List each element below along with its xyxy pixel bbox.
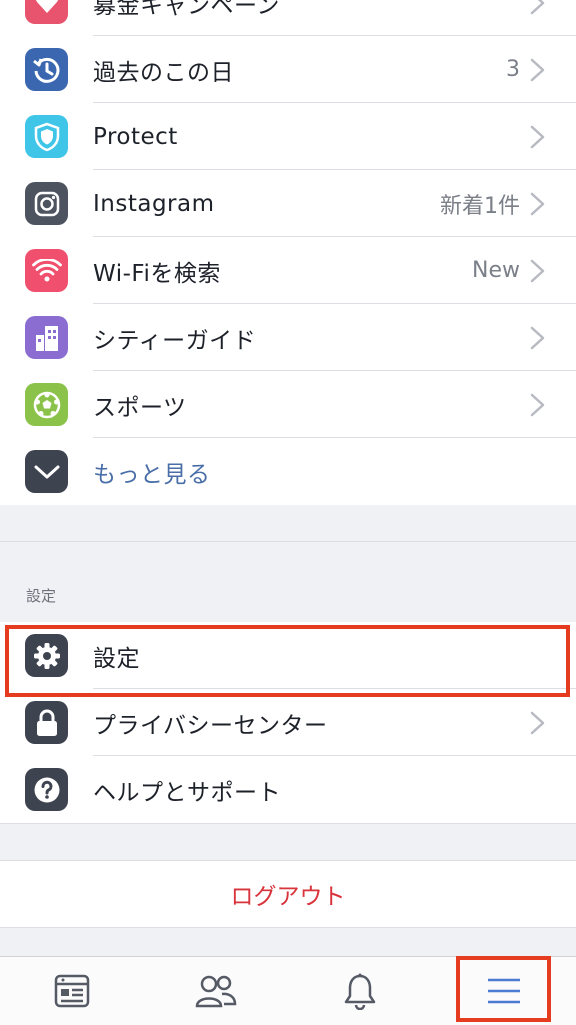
menu-item-help-support[interactable]: ヘルプとサポート <box>0 756 576 823</box>
chevron-right-icon <box>530 192 545 216</box>
tab-news-feed[interactable] <box>0 957 144 1025</box>
menu-item-city-guides[interactable]: シティーガイド <box>0 304 576 371</box>
chevron-right-icon <box>530 0 545 15</box>
menu-item-label: もっと見る <box>93 461 211 488</box>
menu-item-see-more[interactable]: もっと見る <box>0 438 576 505</box>
menu-item-settings[interactable]: 設定 <box>0 622 576 689</box>
chevron-right-icon <box>530 125 545 149</box>
logout-button[interactable]: ログアウト <box>0 860 576 928</box>
settings-section-header: 設定 <box>0 541 576 622</box>
chevron-right-icon <box>530 393 545 417</box>
menu-item-instagram[interactable]: Instagram 新着1件 <box>0 170 576 237</box>
menu-item-sports[interactable]: スポーツ <box>0 371 576 438</box>
menu-item-value: 3 <box>506 57 520 82</box>
hamburger-menu-icon <box>488 978 520 1004</box>
city-icon <box>25 316 68 359</box>
lock-icon <box>25 701 68 744</box>
menu-item-label: Instagram <box>93 190 215 217</box>
tab-notifications[interactable] <box>288 957 432 1025</box>
history-clock-icon <box>25 48 68 91</box>
menu-item-label: 設定 <box>93 645 140 672</box>
menu-item-label: プライバシーセンター <box>93 712 328 739</box>
chevron-right-icon <box>530 58 545 82</box>
tab-menu[interactable] <box>432 957 576 1025</box>
menu-item-label: Protect <box>93 123 178 150</box>
menu-item-label: ヘルプとサポート <box>93 779 281 806</box>
instagram-icon <box>25 182 68 225</box>
wifi-icon <box>25 249 68 292</box>
menu-item-on-this-day[interactable]: 過去のこの日 3 <box>0 36 576 103</box>
chevron-right-icon <box>530 259 545 283</box>
bell-icon <box>344 973 376 1010</box>
settings-list: 設定プライバシーセンター ヘルプとサポート <box>0 622 576 824</box>
gear-icon <box>25 634 68 677</box>
menu-item-label: スポーツ <box>93 394 187 421</box>
menu-list: 募金キャンペーン過去のこの日 3 Protect Instagram 新着1件 Wi-Fi… <box>0 0 576 505</box>
menu-item-find-wifi[interactable]: Wi-Fiを検索 New <box>0 237 576 304</box>
friends-icon <box>195 975 237 1008</box>
heart-icon <box>25 0 68 24</box>
soccer-ball-icon <box>25 383 68 426</box>
menu-item-value: 新着1件 <box>440 193 520 219</box>
news-feed-icon <box>54 974 90 1008</box>
menu-item-label: 過去のこの日 <box>93 59 234 86</box>
shield-icon <box>25 115 68 158</box>
menu-item-fundraisers[interactable]: 募金キャンペーン <box>0 0 576 36</box>
chevron-right-icon <box>530 326 545 350</box>
menu-item-privacy-center[interactable]: プライバシーセンター <box>0 689 576 756</box>
menu-item-label: Wi-Fiを検索 <box>93 260 221 287</box>
question-icon <box>25 768 68 811</box>
tab-bar <box>0 956 576 1025</box>
section-header-label: 設定 <box>26 587 57 605</box>
menu-item-label: 募金キャンペーン <box>93 0 280 19</box>
chevron-down-icon <box>25 450 68 493</box>
menu-item-value: New <box>472 258 520 283</box>
menu-item-label: シティーガイド <box>93 327 257 354</box>
menu-item-protect[interactable]: Protect <box>0 103 576 170</box>
tab-friends[interactable] <box>144 957 288 1025</box>
chevron-right-icon <box>530 711 545 735</box>
